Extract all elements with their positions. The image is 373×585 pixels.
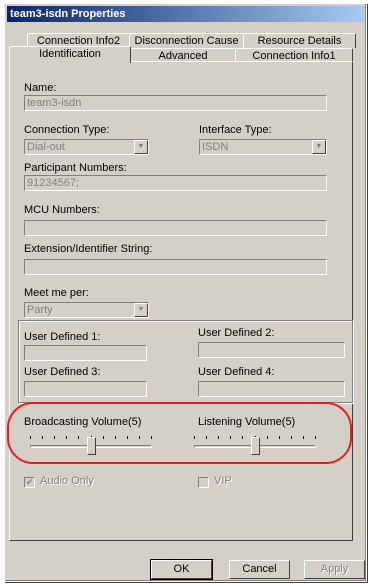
name-field[interactable]: team3-isdn bbox=[24, 95, 327, 111]
slider-tick bbox=[78, 436, 79, 439]
connection-type-select[interactable]: Dial-out ▼ bbox=[24, 139, 149, 155]
participant-numbers-field[interactable]: 91234567; bbox=[24, 175, 327, 191]
window-title: team3-isdn Properties bbox=[7, 6, 364, 22]
audio-only-checkbox[interactable]: ✔ bbox=[24, 477, 35, 488]
slider-tick bbox=[303, 436, 304, 439]
checkmark-icon: ✔ bbox=[25, 477, 34, 487]
slider-tick bbox=[218, 436, 219, 439]
participant-numbers-label: Participant Numbers: bbox=[24, 162, 127, 174]
connection-type-value: Dial-out bbox=[27, 141, 65, 153]
slider-tick bbox=[115, 436, 116, 439]
slider-thumb[interactable] bbox=[87, 437, 96, 455]
user-defined-1-field[interactable] bbox=[24, 345, 147, 361]
mcu-numbers-label: MCU Numbers: bbox=[24, 204, 100, 216]
user-defined-2-field[interactable] bbox=[198, 342, 345, 358]
interface-type-label: Interface Type: bbox=[199, 124, 272, 136]
listening-volume-slider[interactable] bbox=[194, 430, 316, 456]
user-defined-3-field[interactable] bbox=[24, 381, 147, 397]
slider-tick bbox=[42, 436, 43, 439]
slider-tick bbox=[267, 436, 268, 439]
slider-tick bbox=[151, 436, 152, 439]
name-label: Name: bbox=[24, 82, 57, 94]
chevron-down-icon[interactable]: ▼ bbox=[134, 140, 148, 154]
connection-type-label: Connection Type: bbox=[24, 124, 110, 136]
vip-checkbox[interactable] bbox=[198, 477, 209, 488]
extension-field[interactable] bbox=[24, 259, 327, 275]
slider-thumb[interactable] bbox=[251, 437, 260, 455]
vip-label: VIP bbox=[214, 475, 232, 487]
slider-tick bbox=[279, 436, 280, 439]
slider-tick bbox=[291, 436, 292, 439]
interface-type-select[interactable]: ISDN ▼ bbox=[199, 139, 327, 155]
slider-tick bbox=[127, 436, 128, 439]
meet-me-value: Party bbox=[27, 304, 53, 316]
meet-me-label: Meet me per: bbox=[24, 287, 89, 299]
broadcasting-volume-label: Broadcasting Volume(5) bbox=[24, 416, 142, 428]
slider-tick bbox=[30, 436, 31, 439]
slider-tick bbox=[315, 436, 316, 439]
slider-tick bbox=[206, 436, 207, 439]
apply-button[interactable]: Apply bbox=[304, 560, 365, 579]
chevron-down-icon[interactable]: ▼ bbox=[134, 303, 148, 317]
user-defined-1-label: User Defined 1: bbox=[24, 331, 101, 343]
extension-label: Extension/Identifier String: bbox=[24, 243, 153, 255]
slider-tick bbox=[194, 436, 195, 439]
slider-tick bbox=[242, 436, 243, 439]
slider-tick bbox=[230, 436, 231, 439]
chevron-down-icon[interactable]: ▼ bbox=[312, 140, 326, 154]
cancel-button[interactable]: Cancel bbox=[229, 560, 290, 579]
slider-tick bbox=[103, 436, 104, 439]
ok-button[interactable]: OK bbox=[150, 559, 213, 580]
audio-only-label: Audio Only bbox=[40, 475, 94, 487]
tab-disconnection-cause[interactable]: Disconnection Cause bbox=[129, 33, 244, 48]
broadcasting-volume-slider[interactable] bbox=[30, 430, 152, 456]
slider-tick bbox=[54, 436, 55, 439]
user-defined-2-label: User Defined 2: bbox=[198, 327, 275, 339]
slider-tick bbox=[66, 436, 67, 439]
mcu-numbers-field[interactable] bbox=[24, 220, 327, 236]
user-defined-3-label: User Defined 3: bbox=[24, 366, 101, 378]
listening-volume-label: Listening Volume(5) bbox=[198, 416, 296, 428]
user-defined-4-field[interactable] bbox=[198, 381, 345, 397]
slider-tick bbox=[139, 436, 140, 439]
tab-identification[interactable]: Identification bbox=[9, 46, 131, 63]
interface-type-value: ISDN bbox=[202, 141, 229, 153]
meet-me-select[interactable]: Party ▼ bbox=[24, 302, 149, 318]
user-defined-4-label: User Defined 4: bbox=[198, 366, 275, 378]
tab-resource-details[interactable]: Resource Details bbox=[243, 33, 356, 48]
